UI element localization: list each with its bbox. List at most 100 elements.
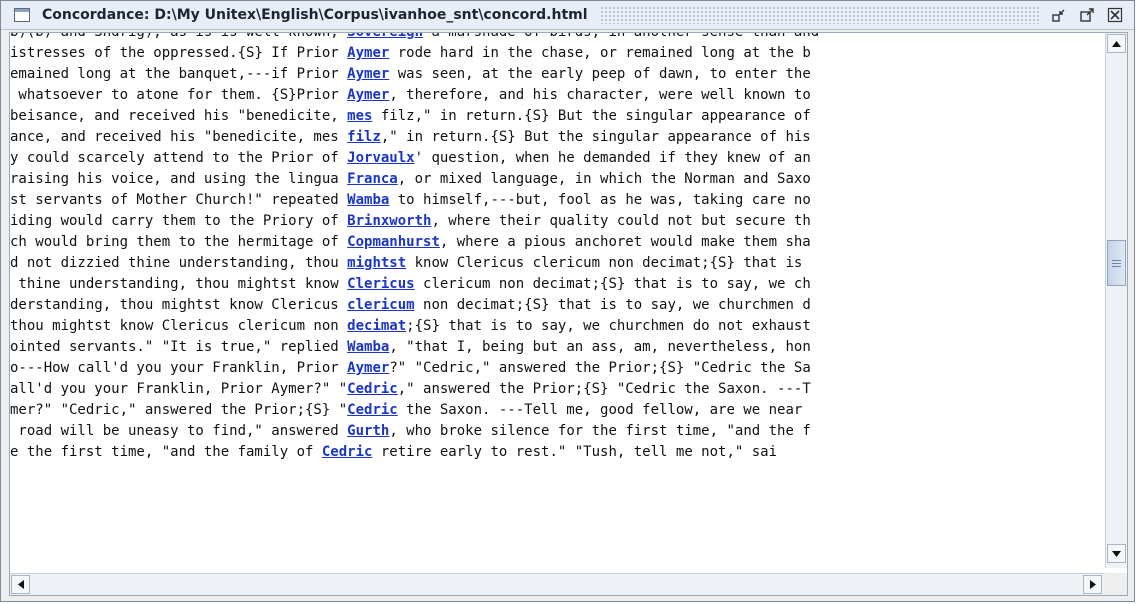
concordance-line: st servants of Mother Church!" repeated …	[10, 190, 811, 211]
maximize-icon[interactable]	[1078, 6, 1096, 24]
right-context: , where their quality could not but secu…	[431, 213, 811, 229]
match-link[interactable]: Clericus	[347, 276, 414, 292]
match-link[interactable]: mightst	[347, 255, 406, 271]
match-link[interactable]: mes	[347, 108, 372, 124]
concordance-pane: b)(b) and Sndrig), as is is well known, …	[9, 32, 1128, 596]
left-context: derstanding, thou mightst know Clericus	[10, 297, 348, 313]
match-link[interactable]: Wamba	[347, 192, 389, 208]
left-context: emained long at the banquet,---if Prior	[10, 66, 348, 82]
concordance-line: y could scarcely attend to the Prior of …	[10, 148, 811, 169]
right-context: ," in return.{S} But the singular appear…	[380, 129, 811, 145]
right-context: retire early to rest." "Tush, tell me no…	[372, 444, 778, 460]
concordance-line: ance, and received his "benedicite, mes …	[10, 127, 811, 148]
left-context: o---How call'd you your Franklin, Prior	[10, 360, 348, 376]
left-context: raising his voice, and using the lingua	[10, 171, 348, 187]
concordance-line: thou mightst know Clericus clericum non …	[10, 316, 811, 337]
concordance-line: derstanding, thou mightst know Clericus …	[10, 295, 811, 316]
scroll-right-button[interactable]	[1083, 575, 1102, 594]
match-link[interactable]: Sovereign	[347, 33, 423, 40]
concordance-line: ointed servants." "It is true," replied …	[10, 337, 811, 358]
grip-icon	[1112, 262, 1121, 264]
scroll-down-button[interactable]	[1107, 544, 1126, 563]
left-context: ch would bring them to the hermitage of	[10, 234, 348, 250]
match-link[interactable]: Cedric	[347, 402, 398, 418]
left-context: ance, and received his "benedicite, mes	[10, 129, 348, 145]
match-link[interactable]: clericum	[347, 297, 414, 313]
match-link[interactable]: Copmanhurst	[347, 234, 440, 250]
left-context: mer?" "Cedric," answered the Prior;{S} "	[10, 402, 348, 418]
scroll-left-button[interactable]	[11, 575, 30, 594]
right-context: filz," in return.{S} But the singular ap…	[372, 108, 811, 124]
arrow-left-icon	[17, 580, 24, 589]
horizontal-scrollbar[interactable]	[10, 573, 1105, 595]
match-link[interactable]: Aymer	[347, 360, 389, 376]
title-bar[interactable]: Concordance: D:\My Unitex\English\Corpus…	[1, 1, 1134, 30]
match-link[interactable]: Gurth	[347, 423, 389, 439]
right-context: a marshade of birds, in another sense th…	[423, 33, 819, 40]
right-context: was seen, at the early peep of dawn, to …	[389, 66, 811, 82]
right-context: , "that I, being but an ass, am, neverth…	[389, 339, 811, 355]
match-link[interactable]: Jorvaulx	[347, 150, 414, 166]
match-link[interactable]: decimat	[347, 318, 406, 334]
concordance-line: ch would bring them to the hermitage of …	[10, 232, 811, 253]
iconify-icon[interactable]	[1050, 6, 1068, 24]
left-context: road will be uneasy to find," answered	[10, 423, 348, 439]
right-context: non decimat;{S} that is to say, we churc…	[414, 297, 811, 313]
concordance-line: emained long at the banquet,---if Prior …	[10, 64, 811, 85]
left-context: thou mightst know Clericus clericum non	[10, 318, 348, 334]
concordance-line: raising his voice, and using the lingua …	[10, 169, 811, 190]
concordance-line: mer?" "Cedric," answered the Prior;{S} "…	[10, 400, 802, 421]
right-context: clericum non decimat;{S} that is to say,…	[414, 276, 811, 292]
title-bar-grip	[599, 6, 1040, 24]
arrow-up-icon	[1112, 40, 1121, 47]
right-context: to himself,---but, fool as he was, takin…	[389, 192, 811, 208]
arrow-down-icon	[1112, 550, 1121, 557]
match-link[interactable]: Cedric	[322, 444, 373, 460]
right-context: ' question, when he demanded if they kne…	[414, 150, 811, 166]
left-context: d not dizzied thine understanding, thou	[10, 255, 348, 271]
right-context: , where a pious anchoret would make them…	[439, 234, 811, 250]
window-icon	[14, 8, 30, 22]
concordance-line: thine understanding, thou mightst know C…	[10, 274, 811, 295]
concordance-window: Concordance: D:\My Unitex\English\Corpus…	[0, 0, 1135, 602]
right-context: know Clericus clericum non decimat;{S} t…	[406, 255, 803, 271]
concordance-line: all'd you your Franklin, Prior Aymer?" "…	[10, 379, 811, 400]
concordance-line: e the first time, "and the family of Ced…	[10, 442, 777, 463]
left-context: st servants of Mother Church!" repeated	[10, 192, 348, 208]
left-context: e the first time, "and the family of	[10, 444, 322, 460]
scroll-up-button[interactable]	[1107, 34, 1126, 53]
right-context: ?" "Cedric," answered the Prior;{S} "Ced…	[389, 360, 811, 376]
concordance-line: b)(b) and Sndrig), as is is well known, …	[10, 33, 819, 43]
arrow-right-icon	[1089, 580, 1096, 589]
match-link[interactable]: filz	[347, 129, 381, 145]
match-link[interactable]: Aymer	[347, 45, 389, 61]
left-context: all'd you your Franklin, Prior Aymer?" "	[10, 381, 348, 397]
left-context: whatsoever to atone for them. {S}Prior	[10, 87, 348, 103]
right-context: ," answered the Prior;{S} "Cedric the Sa…	[397, 381, 811, 397]
concordance-line: whatsoever to atone for them. {S}Prior A…	[10, 85, 810, 106]
match-link[interactable]: Wamba	[347, 339, 389, 355]
left-context: ointed servants." "It is true," replied	[10, 339, 348, 355]
window-title: Concordance: D:\My Unitex\English\Corpus…	[42, 7, 588, 23]
concordance-line: o---How call'd you your Franklin, Prior …	[10, 358, 811, 379]
left-context: iding would carry them to the Priory of	[10, 213, 348, 229]
scrollbar-corner	[1105, 573, 1127, 595]
right-context: , or mixed language, in which the Norman…	[397, 171, 811, 187]
concordance-line: istresses of the oppressed.{S} If Prior …	[10, 43, 811, 64]
right-context: ;{S} that is to say, we churchmen do not…	[406, 318, 811, 334]
left-context: thine understanding, thou mightst know	[10, 276, 348, 292]
vertical-scrollbar[interactable]	[1105, 33, 1127, 568]
match-link[interactable]: Cedric	[347, 381, 398, 397]
concordance-line: iding would carry them to the Priory of …	[10, 211, 811, 232]
concordance-line: beisance, and received his "benedicite, …	[10, 106, 811, 127]
match-link[interactable]: Aymer	[347, 66, 389, 82]
right-context: rode hard in the chase, or remained long…	[389, 45, 811, 61]
concordance-line: d not dizzied thine understanding, thou …	[10, 253, 802, 274]
match-link[interactable]: Brinxworth	[347, 213, 431, 229]
vertical-scroll-thumb[interactable]	[1107, 240, 1126, 286]
match-link[interactable]: Aymer	[347, 87, 389, 103]
left-context: istresses of the oppressed.{S} If Prior	[10, 45, 348, 61]
left-context: b)(b) and Sndrig), as is is well known,	[10, 33, 347, 40]
close-icon[interactable]	[1106, 6, 1124, 24]
match-link[interactable]: Franca	[347, 171, 398, 187]
